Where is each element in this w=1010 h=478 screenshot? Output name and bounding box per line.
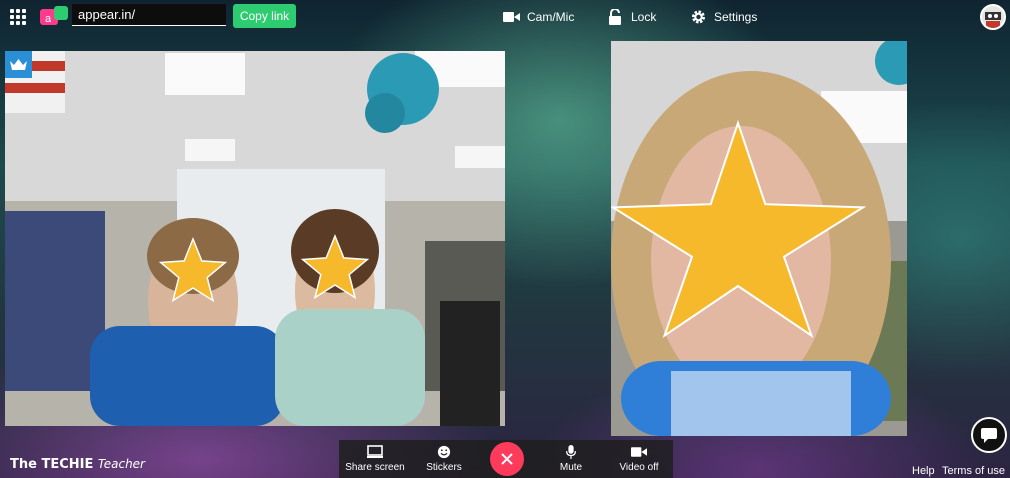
help-link[interactable]: Help: [912, 465, 935, 477]
call-controls-bar: Share screen Stickers Mute Video off: [339, 440, 673, 478]
video-feed-right: [611, 41, 907, 436]
copy-link-button[interactable]: Copy link: [233, 4, 296, 28]
cam-mic-label: Cam/Mic: [527, 10, 575, 24]
mute-button[interactable]: Mute: [551, 440, 591, 478]
appear-in-logo-icon[interactable]: a: [40, 6, 70, 28]
apps-grid-icon[interactable]: [10, 9, 26, 25]
avatar[interactable]: [980, 4, 1006, 30]
leave-call-button[interactable]: [490, 442, 524, 476]
camera-icon: [503, 12, 520, 22]
svg-text:a: a: [45, 13, 52, 25]
chat-bubble-icon: [981, 427, 997, 443]
settings-button[interactable]: Settings: [690, 8, 757, 26]
lock-icon: [609, 9, 621, 25]
chat-button[interactable]: [971, 417, 1007, 453]
settings-label: Settings: [714, 10, 758, 24]
share-screen-label: Share screen: [345, 462, 405, 473]
video-tile-right[interactable]: [611, 41, 907, 436]
mute-label: Mute: [559, 462, 583, 473]
stickers-button[interactable]: Stickers: [419, 440, 469, 478]
top-bar: a appear.in/ Copy link Cam/Mic Lock Sett…: [0, 0, 1010, 34]
close-icon: [501, 453, 513, 465]
gear-icon: [692, 10, 705, 24]
screen-icon: [367, 445, 383, 458]
stickers-label: Stickers: [426, 462, 462, 473]
share-screen-button[interactable]: Share screen: [345, 440, 405, 478]
video-tile-left[interactable]: [5, 51, 505, 426]
microphone-icon: [565, 445, 577, 459]
brand-small: Teacher: [97, 457, 145, 471]
terms-link[interactable]: Terms of use: [942, 465, 1005, 477]
video-camera-icon: [631, 447, 647, 457]
brand-watermark: The TECHIE Teacher: [10, 457, 145, 472]
room-name-field[interactable]: appear.in/: [72, 4, 226, 26]
lock-label: Lock: [631, 10, 657, 24]
cam-mic-button[interactable]: Cam/Mic: [503, 8, 574, 26]
video-off-button[interactable]: Video off: [611, 440, 667, 478]
crown-icon: [5, 51, 32, 78]
video-feed-left: [5, 51, 505, 426]
lock-button[interactable]: Lock: [607, 8, 656, 26]
brand-main: The TECHIE: [10, 457, 94, 472]
smiley-icon: [437, 445, 451, 459]
video-off-label: Video off: [619, 462, 659, 473]
